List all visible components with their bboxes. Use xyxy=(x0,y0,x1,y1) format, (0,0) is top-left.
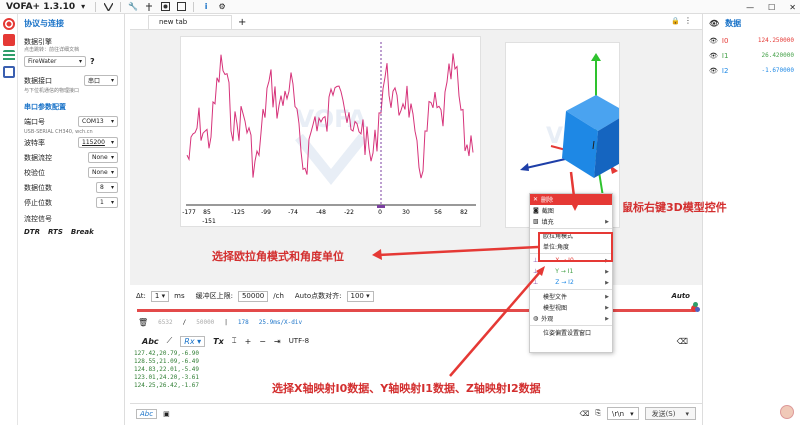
arrow-mapping xyxy=(449,271,541,377)
annotation-right-click: 鼠标右键3D模型控件 xyxy=(622,201,727,214)
annotation-mapping: 选择X轴映射I0数据、Y轴映射I1数据、Z轴映射I2数据 xyxy=(272,382,541,395)
annotation-euler: 选择欧拉角模式和角度单位 xyxy=(212,250,344,263)
arrow-right-click xyxy=(569,171,577,206)
arrow-euler xyxy=(377,245,539,257)
arrowhead xyxy=(372,249,382,260)
arrowhead xyxy=(570,201,580,211)
